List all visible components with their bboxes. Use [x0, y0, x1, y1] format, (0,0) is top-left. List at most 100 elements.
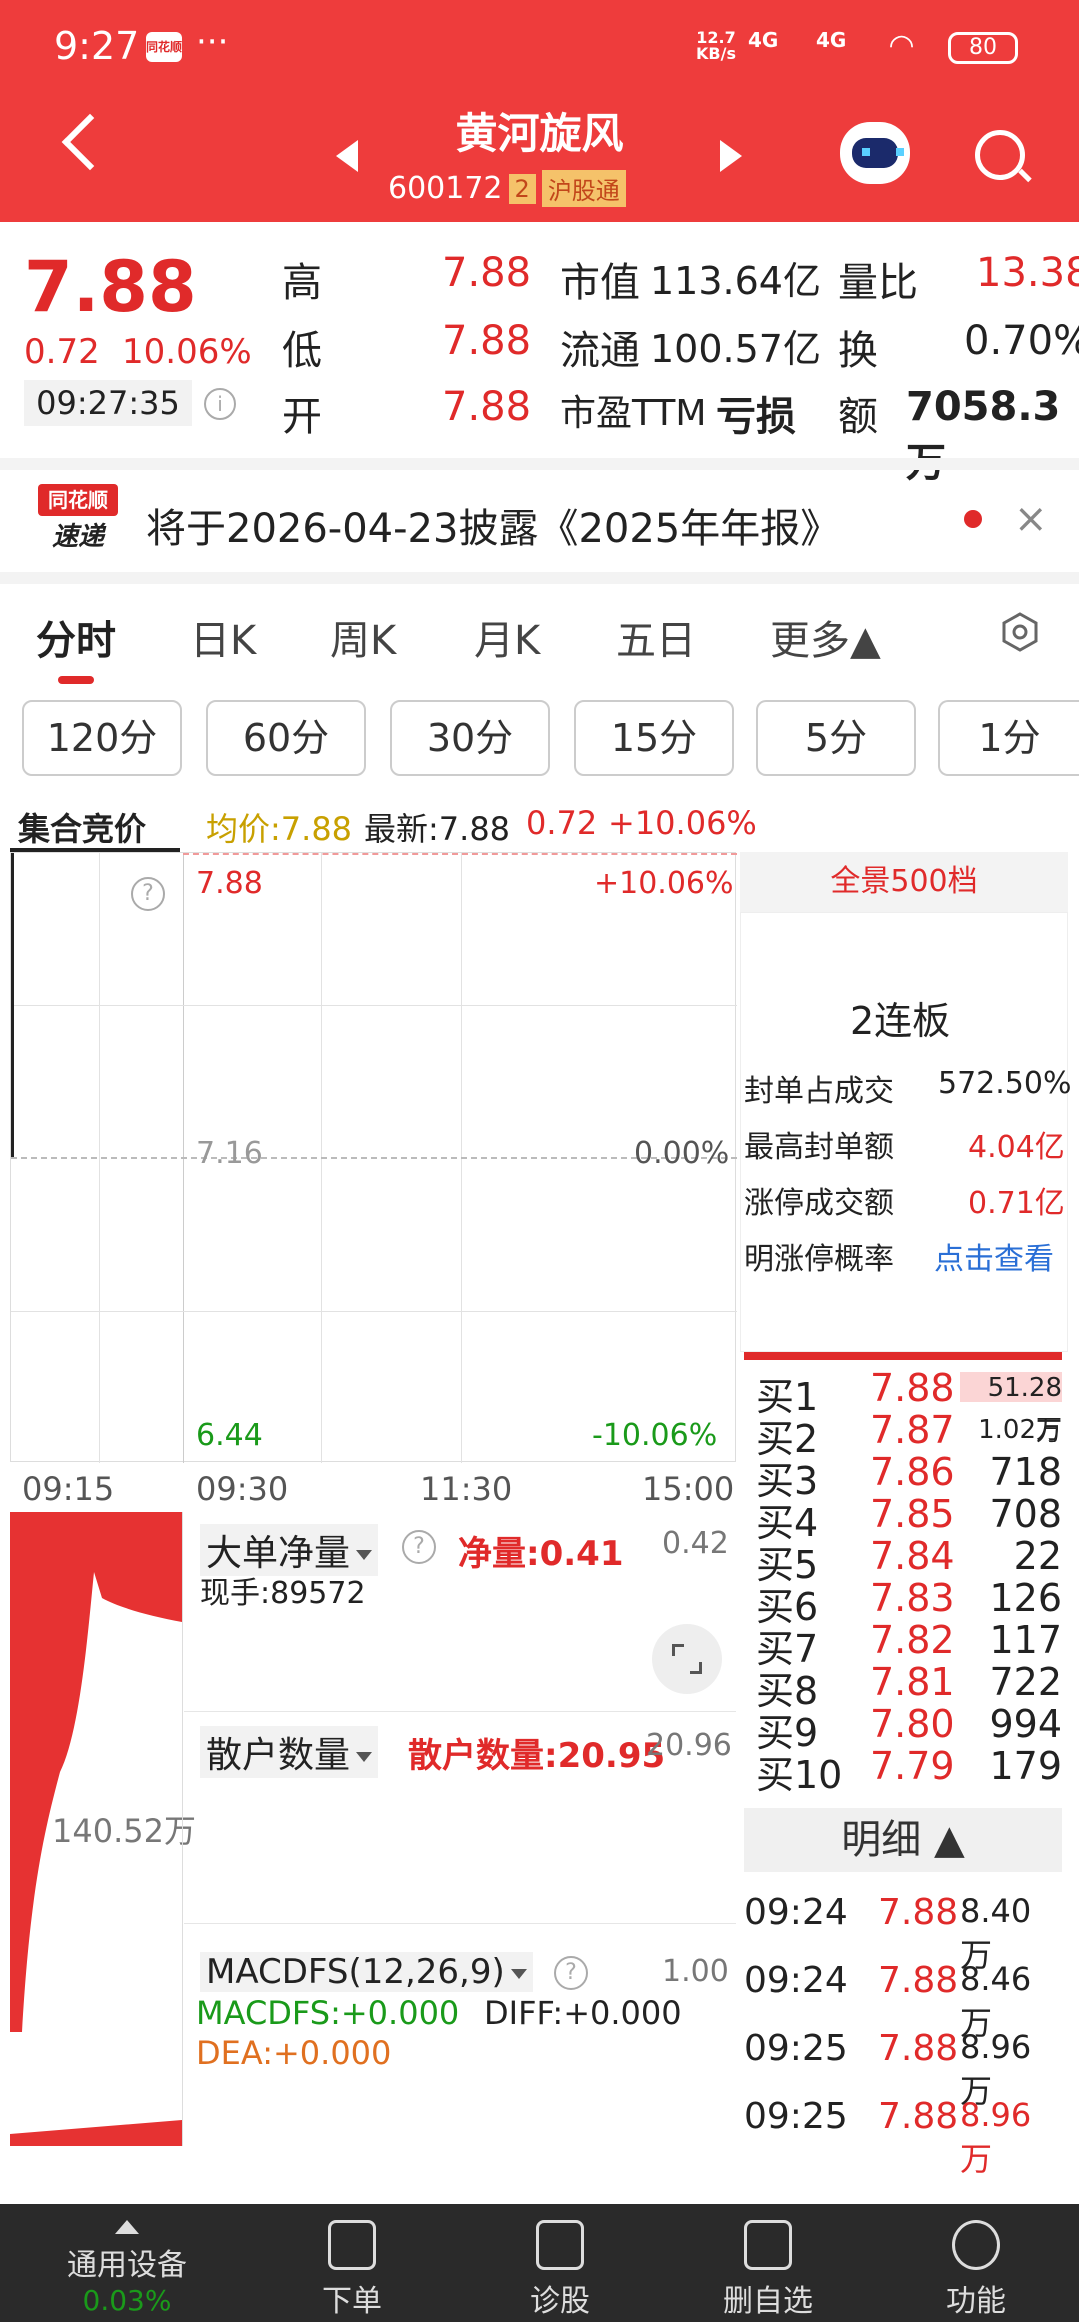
float-value: 100.57亿 [650, 327, 821, 371]
float-label: 流通 [560, 328, 640, 374]
trade-row: 09:25 7.88 8.96万 [744, 2028, 1062, 2110]
stat-label: 涨停成交额 [744, 1186, 894, 1221]
macd-selector[interactable]: MACDFS(12,26,9) [200, 1952, 533, 1992]
price-change-pct: 10.06% [122, 332, 252, 372]
tick-1500: 15:00 [642, 1470, 735, 1508]
vr-value: 13.38 [976, 250, 1079, 296]
turn-value: 0.70% [964, 318, 1079, 364]
period-30[interactable]: 30分 [390, 700, 550, 776]
retail-selector[interactable]: 散户数量 [200, 1726, 379, 1778]
stat-label: 封单占成交 [744, 1074, 894, 1109]
retail-pane[interactable]: 散户数量 散户数量:20.95 20.96 [184, 1712, 736, 1924]
connect-tag: 沪股通 [541, 170, 626, 207]
pe-value: 亏损 [716, 394, 796, 440]
tab-timeshare[interactable]: 分时 [36, 608, 116, 666]
stat-label: 最高封单额 [744, 1130, 894, 1165]
menu-circle-icon [952, 2220, 1000, 2270]
bid-volume: 994 [989, 1702, 1062, 1746]
macd-pane[interactable]: MACDFS(12,26,9) ? 1.00 MACDFS:+0.000 DIF… [184, 1924, 736, 2146]
search-icon[interactable] [975, 130, 1025, 180]
expand-icon[interactable] [652, 1624, 722, 1694]
tab-more[interactable]: 更多▲ [770, 608, 881, 666]
wifi-icon: ◠ [890, 28, 914, 63]
tab-five-day[interactable]: 五日 [616, 608, 696, 666]
mid-price-label: 7.16 [196, 1136, 263, 1171]
bid-volume: 179 [989, 1744, 1062, 1788]
tab-month-k[interactable]: 月K [474, 608, 540, 666]
settings-hex-icon[interactable] [1000, 612, 1040, 652]
pane1-scale: 0.42 [662, 1526, 729, 1561]
bid-volume: 1.02万 [978, 1415, 1062, 1445]
order-button[interactable]: 下单 [282, 2220, 422, 2320]
sector-tab[interactable]: 通用设备 0.03% [52, 2220, 202, 2317]
mid-pct-label: 0.00% [634, 1136, 730, 1171]
period-1[interactable]: 1分 [938, 700, 1079, 776]
bid-price: 7.87 [870, 1408, 955, 1452]
quote-time: 09:27:35 [24, 380, 192, 426]
close-icon[interactable]: × [1014, 496, 1048, 542]
help-icon[interactable]: ? [554, 1956, 588, 1990]
bid-price: 7.80 [870, 1702, 955, 1746]
stat-value: 4.04亿 [968, 1130, 1065, 1165]
bid-price: 7.86 [870, 1450, 955, 1494]
period-120[interactable]: 120分 [22, 700, 182, 776]
stat-value: 572.50% [938, 1066, 1072, 1101]
latest-change-pct: +10.06% [608, 804, 757, 842]
assistant-robot-icon[interactable] [840, 122, 910, 184]
diff-value: DIFF:+0.000 [484, 1994, 682, 2032]
ths-express-logo: 同花顺 速递 [38, 484, 118, 554]
remove-watchlist-button[interactable]: 删自选 [698, 2220, 838, 2320]
stock-code-row: 600172 2 沪股通 [388, 170, 626, 207]
big-order-pane[interactable]: 大单净量 ? 净量:0.41 0.42 现手:89572 [184, 1512, 736, 1712]
view-probability-link[interactable]: 点击查看 [934, 1234, 1054, 1278]
trade-row: 09:25 7.88 8.96万 [744, 2096, 1062, 2178]
panorama-500-button[interactable]: 全景500档 [740, 852, 1068, 912]
net-volume-value: 净量:0.41 [458, 1534, 624, 1574]
period-60[interactable]: 60分 [206, 700, 366, 776]
status-bar: 9:27 同花顺 ··· 12.7 KB/s 4G 4G ◠ 80 [0, 0, 1079, 90]
macd-value: MACDFS:+0.000 [196, 1994, 460, 2032]
trade-price: 7.88 [878, 2096, 959, 2137]
orderbook-divider [744, 1352, 1062, 1360]
info-icon[interactable]: i [204, 388, 236, 420]
avg-price: 均价:7.88 [206, 810, 353, 848]
battery-icon: 80 [948, 32, 1018, 64]
auction-label: 集合竞价 [18, 810, 147, 848]
current-hand: 现手:89572 [200, 1576, 366, 1611]
chevron-down-icon [356, 1550, 373, 1560]
diagnose-button[interactable]: 诊股 [490, 2220, 630, 2320]
signal-icon-2: 4G [816, 28, 847, 52]
tab-day-k[interactable]: 日K [190, 608, 256, 666]
next-stock-icon[interactable] [720, 140, 742, 172]
period-5[interactable]: 5分 [756, 700, 916, 776]
announcement-text[interactable]: 将于2026-04-23披露《2025年年报》 [146, 496, 840, 554]
more-functions-button[interactable]: 功能 [906, 2220, 1046, 2320]
tab-week-k[interactable]: 周K [330, 608, 396, 666]
trade-row: 09:24 7.88 8.40万 [744, 1892, 1062, 1974]
help-icon[interactable]: ? [131, 877, 165, 911]
high-value: 7.88 [442, 250, 532, 296]
period-15[interactable]: 15分 [574, 700, 734, 776]
turn-label: 换 [838, 328, 878, 374]
chevron-up-icon [115, 2220, 139, 2234]
volume-label: 140.52万 [52, 1812, 196, 1850]
bid-level: 买10 [756, 1753, 843, 1797]
high-label: 高 [282, 260, 322, 306]
mcap-value: 113.64亿 [650, 259, 821, 303]
minus-box-icon [744, 2220, 792, 2270]
header-bar: 9:27 同花顺 ··· 12.7 KB/s 4G 4G ◠ 80 黄河旋风 60… [0, 0, 1079, 222]
tick-0915: 09:15 [22, 1470, 115, 1508]
orderbook-row[interactable]: 买10 7.79 179 [756, 1744, 1062, 1799]
timeshare-chart[interactable]: ? [10, 852, 737, 1463]
help-icon[interactable]: ? [402, 1530, 436, 1564]
trade-price: 7.88 [878, 1960, 959, 2001]
bottom-toolbar: 通用设备 0.03% 下单 诊股 删自选 功能 [0, 2204, 1079, 2322]
bid-volume: 718 [989, 1450, 1062, 1494]
detail-toggle[interactable]: 明细 ▲ [744, 1808, 1062, 1872]
limit-up-line [183, 853, 737, 855]
trade-price: 7.88 [878, 1892, 959, 1933]
trade-price: 7.88 [878, 2028, 959, 2069]
price-change: 0.72 [24, 332, 100, 372]
prev-stock-icon[interactable] [336, 140, 358, 172]
trade-volume: 8.96万 [960, 2096, 1032, 2178]
